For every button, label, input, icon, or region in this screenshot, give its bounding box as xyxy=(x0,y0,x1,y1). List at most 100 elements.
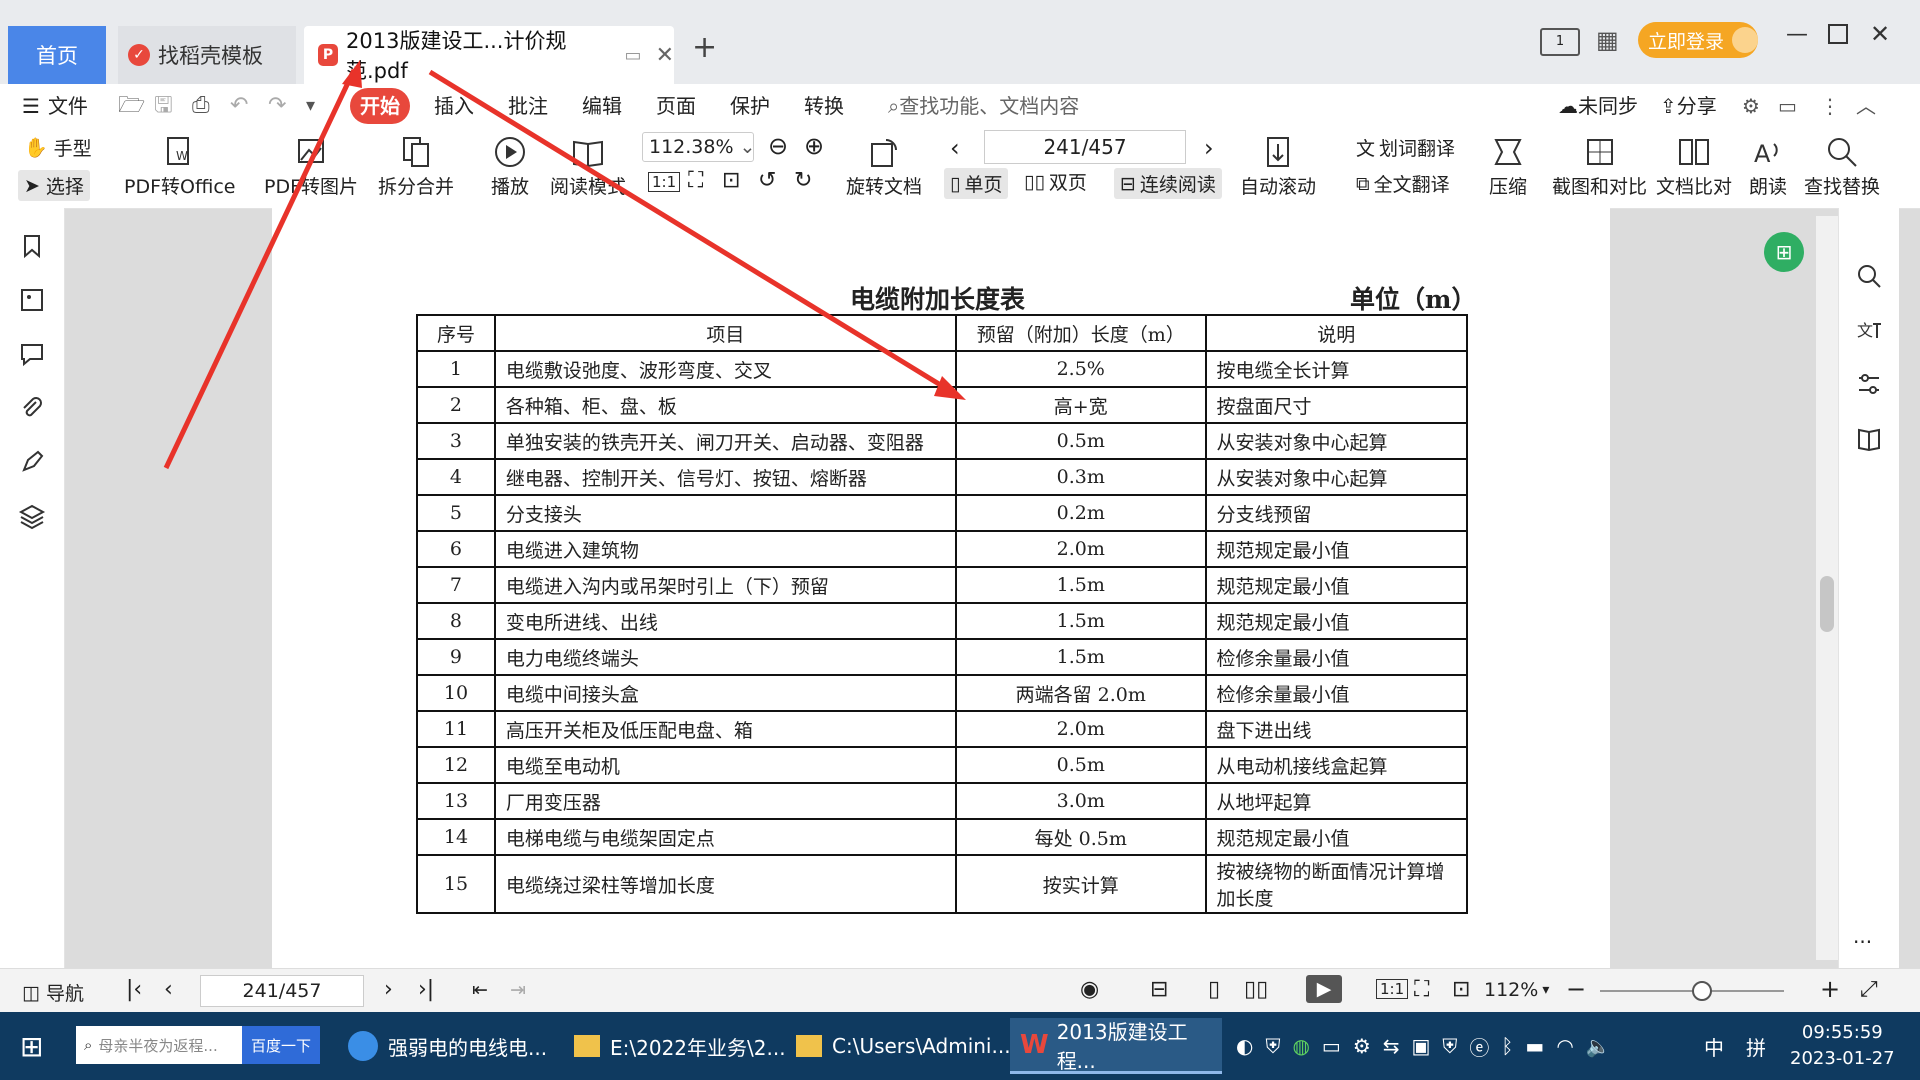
scroll-thumb[interactable] xyxy=(1820,576,1834,632)
login-button[interactable]: 立即登录 xyxy=(1638,22,1758,58)
sync-status[interactable]: ☁未同步 xyxy=(1558,84,1638,128)
redo-icon[interactable]: ↷ xyxy=(268,84,286,128)
translate-panel-icon[interactable]: 文 xyxy=(1855,316,1883,344)
tab-protect[interactable]: 保护 xyxy=(730,84,770,128)
back-view-icon[interactable]: ⇤ xyxy=(472,979,488,1001)
search-panel-icon[interactable] xyxy=(1855,262,1883,290)
print-icon[interactable]: ⎙ xyxy=(192,84,210,128)
full-translate-button[interactable]: ⧉ 全文翻译 xyxy=(1356,170,1450,197)
next-page-icon[interactable]: › xyxy=(1204,134,1214,162)
zoom-input[interactable]: 112.38% ⌄ xyxy=(642,132,755,162)
zoom-in-status-icon[interactable]: + xyxy=(1820,975,1840,1003)
eye-care-icon[interactable]: ◉ xyxy=(1080,977,1099,1002)
screenshot-compare-button[interactable]: 截图和对比 xyxy=(1552,132,1647,199)
compress-button[interactable]: 压缩 xyxy=(1488,132,1528,199)
find-replace-button[interactable]: 查找替换 xyxy=(1804,132,1880,199)
more-options-icon[interactable]: ··· xyxy=(1853,930,1872,954)
comment-icon[interactable]: ▭ xyxy=(1778,84,1797,128)
page-number-input[interactable]: 241/457 xyxy=(984,130,1186,164)
taskbar-search[interactable]: ⌕ 母亲半夜为返程... 百度一下 xyxy=(76,1026,320,1064)
rotate-left-icon[interactable]: ↺ xyxy=(758,168,776,193)
ime-indicator[interactable]: 中 xyxy=(1704,1018,1724,1074)
bookmark-icon[interactable] xyxy=(18,232,46,260)
word-translate-button[interactable]: 文划词翻译 xyxy=(1356,134,1455,161)
last-page-icon[interactable]: ›| xyxy=(418,977,434,1002)
export-table-icon[interactable]: ⊞ xyxy=(1764,232,1804,272)
single-view-icon[interactable]: ▯ xyxy=(1208,977,1220,1002)
navigation-toggle[interactable]: ◫ 导航 xyxy=(22,979,84,1006)
tray-icons[interactable]: ◐ ⛨ ◍ ▭ ⚙ ⇆ ▣ ⛨ ⓔ ᛒ ▬ ◠ 🔈 xyxy=(1236,1018,1623,1074)
first-page-icon[interactable]: |‹ xyxy=(126,977,142,1002)
prev-page-icon[interactable]: ‹ xyxy=(950,134,960,162)
undo-icon[interactable]: ↶ xyxy=(230,84,248,128)
pdf-to-office-button[interactable]: W PDF转Office xyxy=(124,132,235,199)
close-tab-icon[interactable]: ✕ xyxy=(656,43,674,68)
continuous-read-button[interactable]: ⊟ 连续阅读 xyxy=(1114,168,1222,199)
file-menu[interactable]: ☰ 文件 xyxy=(22,84,88,128)
rotate-right-icon[interactable]: ↻ xyxy=(794,168,812,193)
quick-access-dropdown-icon[interactable]: ▾ xyxy=(306,84,315,128)
layout-toggle-icon[interactable]: 1 xyxy=(1540,28,1580,56)
window-detach-icon[interactable]: ▭ xyxy=(625,45,642,66)
vertical-scrollbar[interactable] xyxy=(1816,216,1838,960)
tab-edit[interactable]: 编辑 xyxy=(582,84,622,128)
double-view-icon[interactable]: ▯▯ xyxy=(1244,977,1268,1002)
more-icon[interactable]: ⋮ xyxy=(1820,84,1840,128)
tab-annotate[interactable]: 批注 xyxy=(508,84,548,128)
settings-icon[interactable]: ⚙ xyxy=(1742,84,1760,128)
tab-page[interactable]: 页面 xyxy=(656,84,696,128)
ime-mode-indicator[interactable]: 拼 xyxy=(1746,1018,1766,1074)
zoom-out-status-icon[interactable]: − xyxy=(1566,975,1586,1003)
maximize-icon[interactable] xyxy=(1828,24,1848,44)
tab-home[interactable]: 首页 xyxy=(8,26,106,84)
clock[interactable]: 09:55:59 2023-01-27 xyxy=(1790,1018,1895,1074)
fullscreen-icon[interactable]: ⤢ xyxy=(1860,977,1878,1002)
double-page-button[interactable]: ▯▯ 双页 xyxy=(1024,168,1087,195)
fit-width-icon[interactable]: ⊡ xyxy=(722,168,740,193)
play-status-icon[interactable]: ▶ xyxy=(1306,975,1342,1003)
single-page-button[interactable]: ▯ 单页 xyxy=(944,168,1009,199)
prev-page-status-icon[interactable]: ‹ xyxy=(164,977,173,1002)
hand-tool-button[interactable]: ✋ 手型 xyxy=(24,134,92,161)
split-merge-button[interactable]: 拆分合并 xyxy=(378,132,454,199)
taskbar-app-wps[interactable]: W 2013版建设工程... xyxy=(1010,1018,1222,1074)
fit-width-status-icon[interactable]: ⊡ xyxy=(1452,977,1470,1002)
actual-size-icon[interactable]: 1:1 xyxy=(648,172,681,192)
play-button[interactable]: 播放 xyxy=(490,132,530,199)
signature-icon[interactable] xyxy=(18,448,46,476)
zoom-slider-handle[interactable] xyxy=(1692,981,1712,1001)
taskbar-app-folder-2[interactable]: C:\Users\Admini... xyxy=(796,1018,1011,1074)
thumbnail-icon[interactable] xyxy=(18,286,46,314)
reader-panel-icon[interactable] xyxy=(1855,424,1883,452)
fit-page-status-icon[interactable]: ⛶ xyxy=(1414,977,1429,1002)
properties-icon[interactable] xyxy=(1855,370,1883,398)
close-window-icon[interactable]: ✕ xyxy=(1870,20,1890,48)
collapse-ribbon-icon[interactable]: ︿ xyxy=(1856,84,1876,128)
tab-start[interactable]: 开始 xyxy=(350,88,410,124)
attachment-icon[interactable] xyxy=(18,394,46,422)
layers-icon[interactable] xyxy=(18,502,46,530)
tab-template[interactable]: ✓ 找稻壳模板 xyxy=(118,26,296,84)
taskbar-app-folder-1[interactable]: E:\2022年业务\2... xyxy=(574,1018,786,1074)
forward-view-icon[interactable]: ⇥ xyxy=(510,979,526,1001)
zoom-out-icon[interactable]: ⊖ xyxy=(768,132,788,160)
save-icon[interactable]: 🖫 xyxy=(154,84,173,128)
auto-scroll-button[interactable]: 自动滚动 xyxy=(1240,132,1316,199)
baidu-search-button[interactable]: 百度一下 xyxy=(242,1026,320,1064)
status-page-input[interactable]: 241/457 xyxy=(200,975,364,1007)
continuous-view-icon[interactable]: ⊟ xyxy=(1150,977,1168,1002)
windows-start-icon[interactable]: ⊞ xyxy=(20,1018,43,1074)
zoom-in-icon[interactable]: ⊕ xyxy=(804,132,824,160)
open-folder-icon[interactable]: 🗁 xyxy=(118,84,145,128)
zoom-dropdown[interactable]: 112% ▾ xyxy=(1484,979,1549,1001)
apps-grid-icon[interactable]: ▦ xyxy=(1596,26,1619,54)
tab-convert[interactable]: 转换 xyxy=(804,84,844,128)
read-mode-button[interactable]: 阅读模式 xyxy=(550,132,626,199)
fit-page-icon[interactable]: ⛶ xyxy=(688,168,703,193)
taskbar-app-browser[interactable]: 强弱电的电线电... xyxy=(348,1018,547,1074)
read-aloud-button[interactable]: A 朗读 xyxy=(1748,132,1788,199)
document-compare-button[interactable]: 文档比对 xyxy=(1656,132,1732,199)
next-page-status-icon[interactable]: › xyxy=(384,977,393,1002)
pdf-to-image-button[interactable]: PDF转图片 xyxy=(264,132,358,199)
actual-size-status-icon[interactable]: 1:1 xyxy=(1376,979,1409,999)
